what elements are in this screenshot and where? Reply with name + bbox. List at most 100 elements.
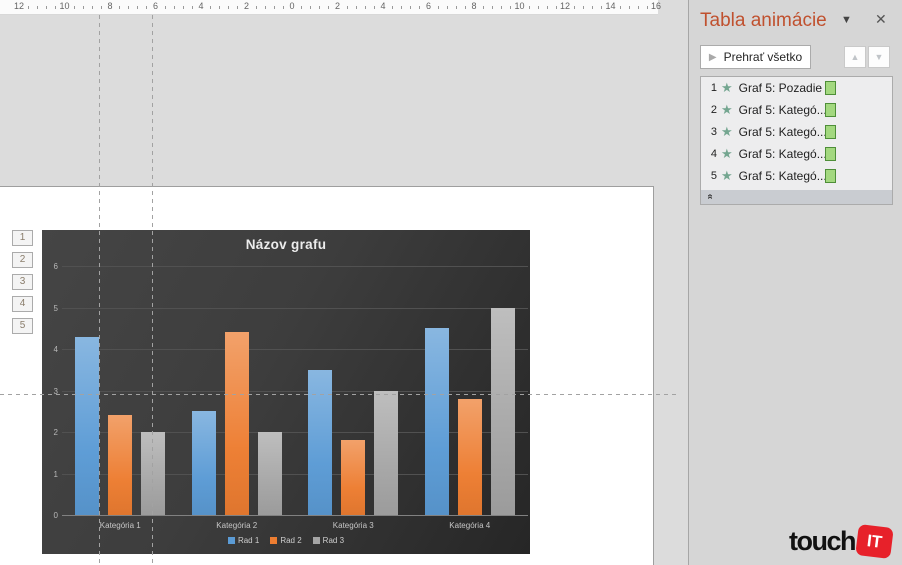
play-all-button[interactable]: ▶ Prehrať všetko bbox=[700, 45, 811, 69]
animation-item-2[interactable]: 2 ★ Graf 5: Kategó... bbox=[701, 99, 892, 121]
animation-tag-2[interactable]: 2 bbox=[12, 252, 33, 268]
animation-item-1[interactable]: 1 ★ Graf 5: Pozadie bbox=[701, 77, 892, 99]
ruler-tick bbox=[182, 6, 184, 9]
gridline bbox=[62, 349, 528, 350]
ruler-tick bbox=[583, 6, 585, 9]
horizontal-ruler[interactable]: 12 10 8 6 4 2 0 2 4 6 8 10 12 14 16 bbox=[0, 0, 661, 15]
horizontal-guide[interactable] bbox=[0, 394, 676, 395]
ruler-label: 14 bbox=[605, 1, 616, 11]
touchit-logo: touch IT bbox=[789, 523, 894, 560]
legend-item[interactable]: Rad 2 bbox=[270, 536, 302, 545]
bar-rad1-cat2[interactable] bbox=[191, 411, 216, 515]
pane-title: Tabla animácie bbox=[700, 10, 827, 31]
ruler-tick bbox=[82, 6, 84, 9]
ruler-tick bbox=[128, 6, 130, 9]
timeline-bar[interactable] bbox=[825, 147, 836, 161]
timeline-bar[interactable] bbox=[825, 169, 836, 183]
bar-rad2-cat3[interactable] bbox=[341, 440, 366, 515]
ruler-tick bbox=[401, 6, 403, 9]
ruler-tick bbox=[46, 6, 48, 9]
animation-item-label: Graf 5: Kategó... bbox=[738, 125, 827, 139]
bar-rad3-cat2[interactable] bbox=[257, 432, 282, 515]
bar-rad3-cat4[interactable] bbox=[490, 307, 515, 515]
ruler-tick bbox=[355, 6, 357, 9]
chart[interactable]: Názov grafu 0 1 2 3 4 5 6 Kategória 1 Kategória … bbox=[42, 230, 530, 554]
bar-rad1-cat1[interactable] bbox=[75, 336, 100, 515]
ruler-tick bbox=[219, 6, 221, 9]
y-axis-label: 4 bbox=[53, 345, 58, 354]
bar-rad2-cat2[interactable] bbox=[224, 332, 249, 515]
bar-rad1-cat4[interactable] bbox=[424, 328, 449, 515]
animation-tag-1[interactable]: 1 bbox=[12, 230, 33, 246]
ruler-tick bbox=[555, 6, 557, 9]
y-axis-label: 6 bbox=[53, 262, 58, 271]
legend-swatch bbox=[270, 537, 278, 544]
ruler-tick bbox=[510, 6, 512, 9]
entrance-star-icon: ★ bbox=[721, 146, 733, 161]
ruler-tick bbox=[264, 6, 266, 9]
ruler-tick bbox=[483, 6, 485, 9]
ruler-tick bbox=[146, 6, 148, 9]
animation-tag-5[interactable]: 5 bbox=[12, 318, 33, 334]
ruler-tick bbox=[619, 6, 621, 9]
animation-pane: Tabla animácie ▼ ✕ ▶ Prehrať všetko ▲ ▼ … bbox=[688, 0, 902, 565]
animation-item-4[interactable]: 4 ★ Graf 5: Kategó... bbox=[701, 143, 892, 165]
ruler-tick bbox=[346, 6, 348, 9]
ruler-tick bbox=[392, 6, 394, 9]
category-label: Kategória 2 bbox=[216, 521, 258, 530]
vertical-guide[interactable] bbox=[99, 15, 100, 565]
ruler-tick bbox=[273, 6, 275, 9]
bar-rad2-cat4[interactable] bbox=[457, 398, 482, 515]
animation-item-number: 1 bbox=[710, 82, 717, 94]
ruler-tick bbox=[119, 6, 121, 9]
collapse-list-row[interactable]: « bbox=[701, 190, 892, 204]
move-earlier-button[interactable]: ▲ bbox=[844, 46, 866, 68]
entrance-star-icon: ★ bbox=[721, 80, 733, 95]
bar-rad2-cat1[interactable] bbox=[108, 415, 133, 515]
animation-item-label: Graf 5: Kategó... bbox=[738, 103, 827, 117]
ruler-tick bbox=[91, 6, 93, 9]
ruler-label: 4 bbox=[380, 1, 386, 11]
ruler-tick bbox=[537, 6, 539, 9]
logo-badge: IT bbox=[855, 523, 894, 560]
close-icon[interactable]: ✕ bbox=[875, 11, 887, 28]
ruler-label: 2 bbox=[334, 1, 341, 11]
ruler-tick bbox=[319, 6, 321, 9]
animation-item-number: 3 bbox=[710, 126, 717, 138]
animation-item-label: Graf 5: Kategó... bbox=[738, 169, 827, 183]
ruler-tick bbox=[373, 6, 375, 9]
animation-item-3[interactable]: 3 ★ Graf 5: Kategó... bbox=[701, 121, 892, 143]
animation-tag-3[interactable]: 3 bbox=[12, 274, 33, 290]
logo-text: touch bbox=[789, 526, 857, 556]
bar-rad3-cat3[interactable] bbox=[374, 390, 399, 515]
ruler-tick bbox=[546, 6, 548, 9]
legend-item[interactable]: Rad 1 bbox=[227, 536, 260, 545]
chart-title[interactable]: Názov grafu bbox=[42, 237, 530, 252]
animation-tag-4[interactable]: 4 bbox=[12, 296, 33, 312]
ruler-tick bbox=[255, 6, 257, 9]
chevron-down-icon[interactable]: ▼ bbox=[841, 14, 852, 26]
timeline-bar[interactable] bbox=[825, 81, 836, 95]
ruler-tick bbox=[301, 6, 303, 9]
entrance-star-icon: ★ bbox=[721, 168, 733, 183]
ruler-tick bbox=[628, 6, 630, 9]
ruler-tick bbox=[419, 6, 421, 9]
ruler-tick bbox=[446, 6, 448, 9]
timeline-bar[interactable] bbox=[825, 125, 836, 139]
ruler-tick bbox=[310, 6, 312, 9]
entrance-star-icon: ★ bbox=[721, 124, 733, 139]
timeline-bar[interactable] bbox=[825, 103, 836, 117]
ruler-tick bbox=[501, 6, 503, 9]
vertical-guide[interactable] bbox=[152, 15, 153, 565]
ruler-tick bbox=[73, 6, 75, 9]
bar-rad3-cat1[interactable] bbox=[141, 432, 166, 515]
legend-label: Rad 1 bbox=[237, 536, 260, 545]
bar-rad1-cat3[interactable] bbox=[308, 369, 333, 515]
animation-item-5[interactable]: 5 ★ Graf 5: Kategó... bbox=[701, 165, 892, 187]
gridline bbox=[62, 390, 528, 392]
ruler-tick bbox=[637, 6, 639, 9]
move-later-button[interactable]: ▼ bbox=[868, 46, 890, 68]
chart-legend[interactable]: Rad 1 Rad 2 Rad 3 bbox=[42, 536, 530, 545]
ruler-tick bbox=[28, 6, 30, 9]
legend-item[interactable]: Rad 3 bbox=[312, 536, 344, 545]
